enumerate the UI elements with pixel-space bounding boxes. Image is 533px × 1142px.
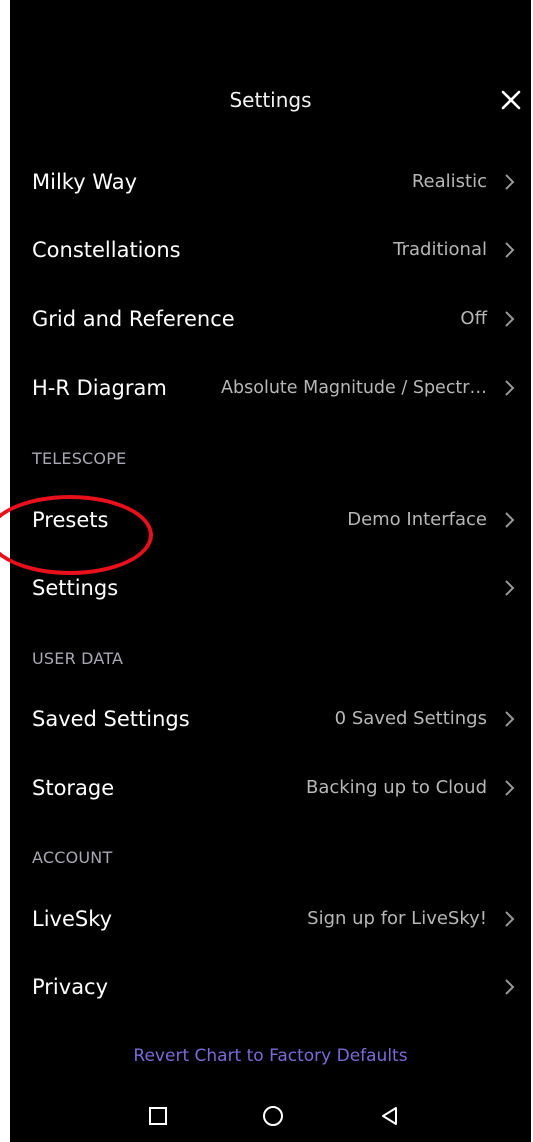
row-telescope-settings[interactable]: Settings [10, 554, 531, 622]
row-label: Grid and Reference [32, 307, 235, 331]
row-storage[interactable]: Storage Backing up to Cloud [10, 754, 531, 822]
section-header-telescope: TELESCOPE [32, 449, 127, 468]
chevron-right-icon [497, 706, 523, 732]
row-hr-diagram[interactable]: H-R Diagram Absolute Magnitude / Spectr… [10, 354, 531, 422]
row-value: Backing up to Cloud [305, 777, 487, 798]
row-livesky[interactable]: LiveSky Sign up for LiveSky! [10, 885, 531, 953]
row-constellations[interactable]: Constellations Traditional [10, 216, 531, 284]
chevron-right-icon [497, 775, 523, 801]
settings-screen: Settings Milky Way Realistic Constellati… [10, 0, 531, 1142]
row-label: Presets [32, 508, 109, 532]
row-label: H-R Diagram [32, 376, 167, 400]
chevron-right-icon [497, 306, 523, 332]
row-value: 0 Saved Settings [334, 708, 487, 729]
row-value: Off [460, 308, 487, 329]
page-title: Settings [229, 88, 312, 112]
section-header-account: ACCOUNT [32, 848, 113, 867]
chevron-right-icon [497, 575, 523, 601]
row-label: Milky Way [32, 170, 138, 194]
section-header-user-data: USER DATA [32, 649, 124, 668]
row-value: Demo Interface [347, 509, 487, 530]
chevron-right-icon [497, 906, 523, 932]
row-privacy[interactable]: Privacy [10, 953, 531, 1021]
close-button[interactable] [493, 82, 529, 118]
row-presets[interactable]: Presets Demo Interface [10, 486, 531, 554]
square-icon [149, 1107, 167, 1125]
back-button[interactable] [374, 1100, 406, 1132]
row-label: Constellations [32, 238, 181, 262]
chevron-right-icon [497, 974, 523, 1000]
row-label: Storage [32, 776, 115, 800]
home-button[interactable] [257, 1100, 289, 1132]
chevron-right-icon [497, 375, 523, 401]
close-icon [501, 90, 521, 110]
row-grid-reference[interactable]: Grid and Reference Off [10, 285, 531, 353]
triangle-back-icon [382, 1107, 397, 1125]
row-label: Settings [32, 576, 119, 600]
row-label: Privacy [32, 975, 109, 999]
row-label: Saved Settings [32, 707, 190, 731]
system-navigation-bar [10, 1090, 531, 1142]
recents-button[interactable] [142, 1100, 174, 1132]
row-value: Absolute Magnitude / Spectr… [221, 378, 487, 398]
revert-factory-defaults-button[interactable]: Revert Chart to Factory Defaults [10, 1040, 531, 1072]
row-value: Sign up for LiveSky! [307, 908, 487, 929]
row-value: Realistic [411, 171, 487, 192]
chevron-right-icon [497, 237, 523, 263]
chevron-right-icon [497, 507, 523, 533]
row-label: LiveSky [32, 907, 113, 931]
row-milky-way[interactable]: Milky Way Realistic [10, 148, 531, 216]
chevron-right-icon [497, 169, 523, 195]
circle-icon [263, 1106, 283, 1126]
row-saved-settings[interactable]: Saved Settings 0 Saved Settings [10, 685, 531, 753]
header: Settings [10, 72, 531, 128]
row-value: Traditional [393, 239, 487, 260]
